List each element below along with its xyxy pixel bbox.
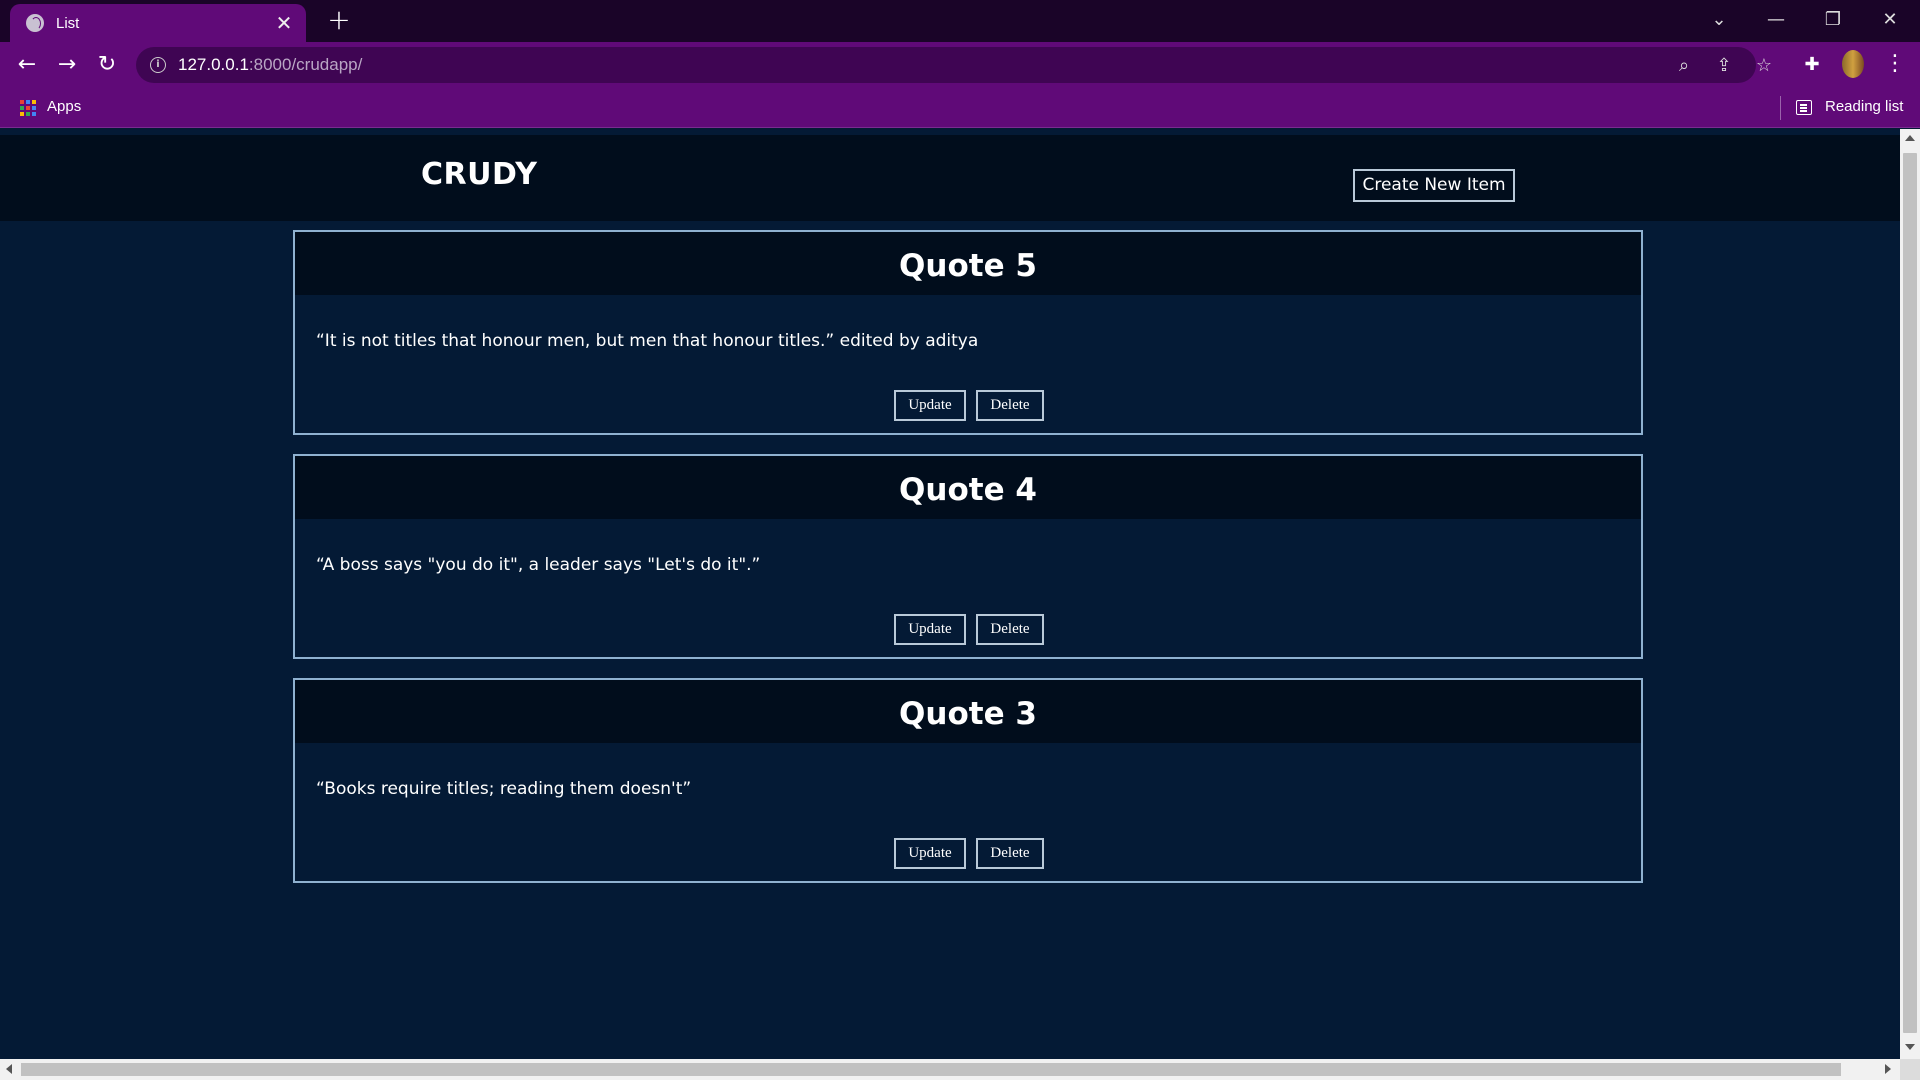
card-title: Quote 4 (899, 472, 1037, 508)
tab-list[interactable]: List ✕ (10, 4, 306, 42)
vertical-scroll-thumb[interactable] (1903, 153, 1917, 1033)
browser-menu-icon[interactable]: ⋮ (1884, 49, 1906, 79)
site-header: CRUDY Create New Item (0, 135, 1900, 221)
reload-icon[interactable]: ↻ (92, 50, 122, 80)
card-title: Quote 3 (899, 696, 1037, 732)
extensions-icon[interactable]: ✚ (1801, 54, 1823, 76)
bookmarks-divider (1780, 96, 1781, 120)
card-header: Quote 3 (295, 680, 1641, 743)
bookmarks-bar: Apps Reading list (0, 88, 1920, 128)
delete-button[interactable]: Delete (976, 838, 1044, 869)
card-header: Quote 5 (295, 232, 1641, 295)
apps-grid-icon[interactable] (20, 100, 36, 116)
reading-list-button[interactable]: Reading list (1825, 98, 1903, 115)
scroll-right-arrow-icon[interactable] (1885, 1064, 1891, 1074)
horizontal-scroll-thumb[interactable] (21, 1063, 1841, 1076)
horizontal-scrollbar[interactable] (0, 1059, 1900, 1080)
apps-bookmark[interactable]: Apps (47, 98, 81, 115)
quote-text: “Books require titles; reading them does… (316, 779, 692, 799)
brand-logo[interactable]: CRUDY (421, 157, 537, 192)
forward-arrow-icon[interactable]: → (52, 50, 82, 80)
scroll-down-arrow-icon[interactable] (1905, 1044, 1915, 1050)
scroll-up-arrow-icon[interactable] (1905, 135, 1915, 141)
globe-icon (26, 14, 44, 32)
reading-list-icon[interactable] (1796, 100, 1812, 115)
quote-card: Quote 3 “Books require titles; reading t… (293, 678, 1643, 883)
url-host: 127.0.0.1 (178, 55, 249, 74)
close-window-icon[interactable]: ✕ (1868, 4, 1912, 36)
bookmark-star-icon[interactable]: ☆ (1753, 55, 1775, 77)
close-tab-icon[interactable]: ✕ (274, 13, 294, 33)
quote-card: Quote 4 “A boss says "you do it", a lead… (293, 454, 1643, 659)
share-icon[interactable]: ⇪ (1713, 55, 1735, 77)
address-bar[interactable]: i 127.0.0.1:8000/crudapp/ ⌕ ⇪ ☆ (136, 47, 1772, 83)
scrollbar-corner (1900, 1059, 1920, 1080)
back-arrow-icon[interactable]: ← (12, 50, 42, 80)
page-viewport: CRUDY Create New Item Quote 5 “It is not… (0, 129, 1900, 1059)
tab-title: List (56, 14, 80, 32)
delete-button[interactable]: Delete (976, 614, 1044, 645)
create-new-item-button[interactable]: Create New Item (1353, 169, 1515, 202)
restore-icon[interactable]: ❐ (1811, 4, 1855, 36)
card-title: Quote 5 (899, 248, 1037, 284)
scroll-left-arrow-icon[interactable] (6, 1064, 12, 1074)
tab-strip: List ✕ + ⌄ — ❐ ✕ (0, 0, 1920, 42)
quote-text: “A boss says "you do it", a leader says … (316, 555, 761, 575)
update-button[interactable]: Update (894, 614, 966, 645)
url-path: :8000/crudapp/ (248, 55, 363, 74)
delete-button[interactable]: Delete (976, 390, 1044, 421)
minimize-icon[interactable]: — (1754, 4, 1798, 36)
card-header: Quote 4 (295, 456, 1641, 519)
site-info-icon[interactable]: i (150, 57, 166, 73)
update-button[interactable]: Update (894, 838, 966, 869)
quote-card: Quote 5 “It is not titles that honour me… (293, 230, 1643, 435)
profile-avatar[interactable] (1842, 50, 1864, 78)
new-tab-button[interactable]: + (325, 6, 353, 34)
browser-toolbar: ← → ↻ i 127.0.0.1:8000/crudapp/ ⌕ ⇪ ☆ ✚ (0, 42, 1920, 88)
quote-text: “It is not titles that honour men, but m… (316, 331, 979, 351)
url-text[interactable]: 127.0.0.1:8000/crudapp/ (178, 55, 362, 75)
tab-search-icon[interactable]: ⌄ (1697, 4, 1741, 36)
zoom-icon[interactable]: ⌕ (1673, 55, 1695, 77)
update-button[interactable]: Update (894, 390, 966, 421)
vertical-scrollbar[interactable] (1900, 129, 1920, 1059)
